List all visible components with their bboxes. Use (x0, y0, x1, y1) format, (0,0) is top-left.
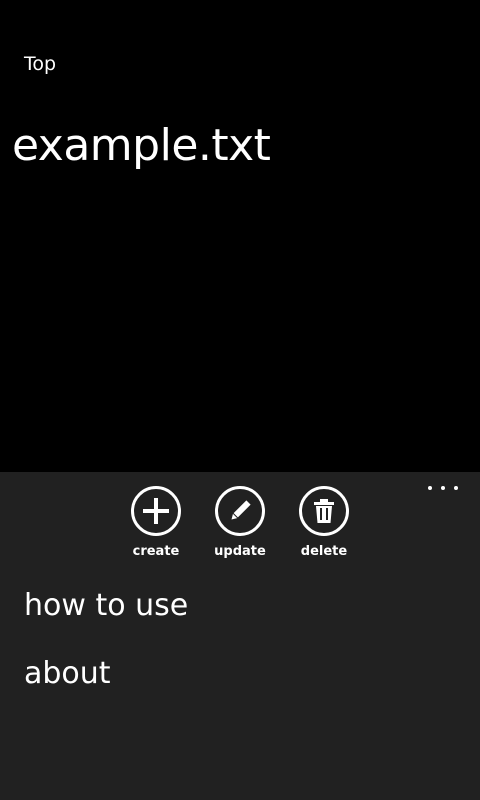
trash-icon (299, 486, 349, 536)
create-button[interactable]: create (118, 486, 194, 562)
breadcrumb: Top (24, 53, 57, 75)
create-label: create (132, 544, 180, 559)
update-button[interactable]: update (202, 486, 278, 562)
appbar-buttons: create update delete (0, 486, 480, 566)
page: Top example.txt create update delete how… (0, 0, 480, 800)
page-title: example.txt (12, 120, 271, 171)
application-bar: create update delete how to use about (0, 472, 480, 800)
menu-item-how-to-use[interactable]: how to use (24, 588, 188, 624)
update-label: update (214, 544, 266, 559)
delete-label: delete (300, 544, 348, 559)
menu-item-about[interactable]: about (24, 656, 111, 692)
pencil-icon (215, 486, 265, 536)
plus-icon (131, 486, 181, 536)
delete-button[interactable]: delete (286, 486, 362, 562)
